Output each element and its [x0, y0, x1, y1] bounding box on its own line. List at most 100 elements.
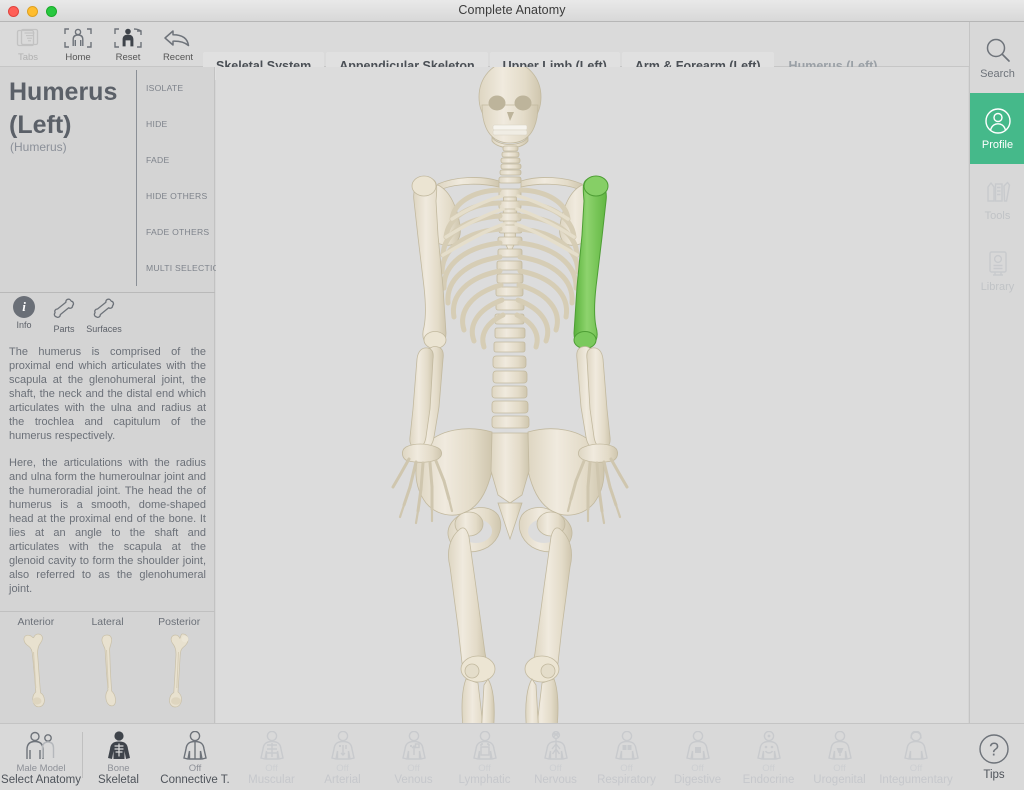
select-anatomy-button[interactable]: Male Model Select Anatomy: [0, 724, 82, 790]
tips-button[interactable]: ? Tips: [964, 724, 1024, 790]
home-button[interactable]: Home: [53, 22, 103, 67]
skull[interactable]: [478, 67, 542, 149]
application-window: Complete Anatomy Tabs Home Reset Recent …: [0, 0, 1024, 790]
system-muscular-name: Muscular: [248, 774, 295, 786]
system-respiratory[interactable]: Off Respiratory: [591, 724, 662, 790]
structure-description[interactable]: The humerus is comprised of the proximal…: [0, 339, 215, 611]
skeleton-model[interactable]: [216, 67, 968, 723]
tab-parts[interactable]: Parts: [44, 296, 84, 334]
home-icon: [62, 25, 94, 51]
recent-button[interactable]: Recent: [153, 22, 203, 67]
left-info-panel: Humerus (Left) (Humerus) ISOLATE HIDE FA…: [0, 67, 226, 723]
action-hide-others[interactable]: HIDE OTHERS: [146, 178, 215, 214]
action-isolate[interactable]: ISOLATE: [146, 70, 215, 106]
action-fade[interactable]: FADE: [146, 142, 215, 178]
urogenital-icon: [822, 729, 858, 763]
system-arterial-name: Arterial: [324, 774, 361, 786]
tabs-button[interactable]: Tabs: [3, 22, 53, 67]
bottom-system-bar: Male Model Select Anatomy Bone Skeletal …: [0, 723, 1024, 790]
model-state: Male Model: [16, 763, 66, 774]
recent-icon: [162, 25, 194, 51]
system-lymphatic-name: Lymphatic: [458, 774, 511, 786]
tab-surfaces[interactable]: Surfaces: [84, 296, 124, 334]
system-skeletal-name: Skeletal: [98, 774, 139, 786]
toolbar-buttons: Tabs Home Reset Recent: [3, 22, 203, 67]
integumentary-icon: [898, 729, 934, 763]
model-viewport[interactable]: [216, 67, 968, 723]
humerus-posterior-image: [169, 633, 189, 708]
thumbnail-posterior[interactable]: Posterior: [143, 612, 215, 721]
right-sidebar: Search Profile Tools Library: [969, 22, 1024, 723]
system-respiratory-name: Respiratory: [597, 774, 656, 786]
system-venous-name: Venous: [394, 774, 433, 786]
system-arterial[interactable]: Off Arterial: [307, 724, 378, 790]
nervous-icon: [538, 729, 574, 763]
system-skeletal-state: Bone: [107, 763, 130, 774]
endocrine-icon: [751, 729, 787, 763]
muscular-icon: [254, 729, 290, 763]
system-urogenital[interactable]: Off Urogenital: [804, 724, 875, 790]
tools-icon: [986, 181, 1010, 202]
page-title: Humerus (Left): [9, 78, 118, 139]
home-label: Home: [65, 52, 91, 63]
tab-surfaces-label: Surfaces: [86, 324, 122, 334]
connective-icon: [177, 729, 213, 763]
pelvis[interactable]: [415, 428, 605, 553]
sidebar-item-library-label: Library: [980, 281, 1015, 293]
thumbnail-posterior-label: Posterior: [158, 616, 201, 628]
system-endocrine[interactable]: Off Endocrine: [733, 724, 804, 790]
system-urogenital-state: Off: [833, 763, 846, 774]
info-icon: i: [13, 296, 35, 318]
action-hide[interactable]: HIDE: [146, 106, 215, 142]
structure-header: Humerus (Left) (Humerus) ISOLATE HIDE FA…: [0, 67, 226, 292]
system-digestive[interactable]: Off Digestive: [662, 724, 733, 790]
description-paragraph: Here, the articulations with the radius …: [9, 457, 206, 595]
thumbnail-lateral[interactable]: Lateral: [72, 612, 144, 721]
system-venous[interactable]: Off Venous: [378, 724, 449, 790]
window-title: Complete Anatomy: [458, 3, 566, 17]
action-fade-others[interactable]: FADE OTHERS: [146, 214, 215, 250]
system-digestive-state: Off: [691, 763, 704, 774]
system-lymphatic[interactable]: Off Lymphatic: [449, 724, 520, 790]
system-nervous-state: Off: [549, 763, 562, 774]
thumbnail-anterior-label: Anterior: [17, 616, 55, 628]
tabs-label: Tabs: [17, 52, 39, 63]
humerus-anterior-image: [23, 633, 45, 708]
library-icon: [988, 251, 1007, 276]
action-multi-selection[interactable]: MULTI SELECTION: [146, 250, 226, 286]
profile-icon: [984, 108, 1011, 134]
two-people-icon: [19, 729, 63, 763]
sidebar-item-library[interactable]: Library: [970, 235, 1024, 306]
structure-actions: ISOLATE HIDE FADE HIDE OTHERS FADE OTHER…: [136, 70, 226, 286]
system-urogenital-name: Urogenital: [813, 774, 866, 786]
system-endocrine-state: Off: [762, 763, 775, 774]
reset-button[interactable]: Reset: [103, 22, 153, 67]
cervical-spine[interactable]: [499, 145, 522, 176]
system-venous-state: Off: [407, 763, 420, 774]
thumbnail-lateral-label: Lateral: [91, 616, 124, 628]
reset-label: Reset: [115, 52, 141, 63]
question-icon: ?: [979, 734, 1009, 764]
tab-parts-label: Parts: [53, 324, 75, 334]
bone-icon: [91, 296, 117, 322]
system-integumentary[interactable]: Off Integumentary: [875, 724, 957, 790]
sidebar-item-profile[interactable]: Profile: [970, 93, 1024, 164]
thumbnail-anterior[interactable]: Anterior: [0, 612, 72, 721]
lymphatic-icon: [467, 729, 503, 763]
tabs-icon: [15, 25, 41, 51]
respiratory-icon: [609, 729, 645, 763]
system-integumentary-name: Integumentary: [879, 774, 953, 786]
system-lymphatic-state: Off: [478, 763, 491, 774]
system-endocrine-name: Endocrine: [742, 774, 795, 786]
view-thumbnails: Anterior Lateral Posterior: [0, 611, 215, 721]
sidebar-item-tools[interactable]: Tools: [970, 164, 1024, 235]
system-nervous[interactable]: Off Nervous: [520, 724, 591, 790]
system-muscular[interactable]: Off Muscular: [236, 724, 307, 790]
tab-info[interactable]: i Info: [4, 296, 44, 334]
system-connective-tissue[interactable]: Off Connective T.: [154, 724, 236, 790]
lumbar-spine[interactable]: [491, 355, 530, 429]
system-skeletal[interactable]: Bone Skeletal: [83, 724, 154, 790]
top-toolbar: Tabs Home Reset Recent Skeletal System A…: [0, 22, 1024, 80]
system-nervous-name: Nervous: [534, 774, 577, 786]
sidebar-item-search[interactable]: Search: [970, 22, 1024, 93]
